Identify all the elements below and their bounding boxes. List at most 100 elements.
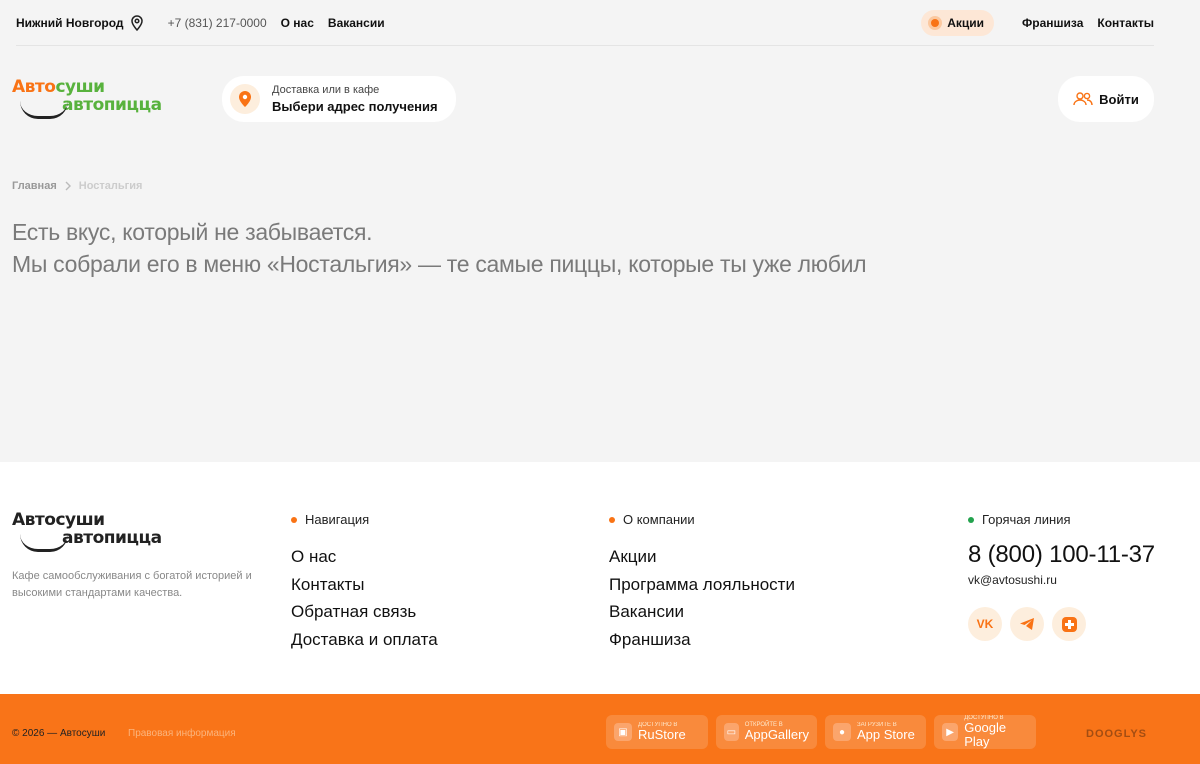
- appstore-name: App Store: [857, 727, 915, 742]
- footer-company-title: О компании: [609, 512, 795, 527]
- footer-hotline-title-text: Горячая линия: [982, 512, 1071, 527]
- footer-nav-item-about[interactable]: О нас: [291, 543, 438, 571]
- developer-logo[interactable]: DOOGLYS: [1086, 728, 1147, 740]
- address-text: Доставка или в кафе Выбери адрес получен…: [272, 84, 438, 114]
- copyright: © 2026 — Автосуши: [12, 728, 106, 739]
- footer-company-title-text: О компании: [623, 512, 695, 527]
- logo-word-2a: авто: [62, 95, 104, 115]
- ok-icon[interactable]: [1052, 607, 1086, 641]
- footer-logo-line-1: Автосуши: [12, 512, 105, 529]
- logo-word-1a: Авто: [12, 77, 56, 97]
- footer-nav-item-delivery[interactable]: Доставка и оплата: [291, 626, 438, 654]
- city-name: Нижний Новгород: [16, 15, 124, 30]
- bullet-icon: [968, 516, 974, 523]
- login-label: Войти: [1099, 91, 1139, 107]
- footer-hotline-title: Горячая линия: [968, 512, 1155, 527]
- footer-company-item-franchise[interactable]: Франшиза: [609, 626, 795, 654]
- footer-nav-title-text: Навигация: [305, 512, 370, 527]
- footer-nav-column: Навигация О нас Контакты Обратная связь …: [291, 512, 438, 653]
- legal-link[interactable]: Правовая информация: [128, 728, 236, 739]
- promo-button[interactable]: Акции: [921, 9, 995, 36]
- login-button[interactable]: Войти: [1058, 76, 1154, 122]
- footer-nav-title: Навигация: [291, 512, 438, 527]
- intro-line-1: Есть вкус, который не забывается.: [12, 219, 373, 245]
- footer-logo-word-2a: авто: [62, 528, 104, 548]
- appgallery-name: AppGallery: [744, 727, 809, 742]
- footer-logo-word-1a: Авто: [12, 510, 56, 530]
- rustore-button[interactable]: ▣ Доступно в RuStore: [606, 715, 708, 749]
- location-pin-icon: [130, 14, 143, 31]
- ok-icon-shape: [1061, 616, 1077, 632]
- footer-logo-line-2: автопицца: [62, 530, 162, 547]
- footer-company-item-promo[interactable]: Акции: [609, 543, 795, 571]
- bullet-icon: [291, 516, 297, 523]
- footer-hotline-column: Горячая линия 8 (800) 100-11-37 vk@avtos…: [968, 512, 1155, 641]
- appstore-text: Загрузите в App Store: [857, 722, 915, 742]
- chevron-right-icon: [65, 181, 71, 191]
- city-selector[interactable]: Нижний Новгород: [16, 14, 144, 31]
- footer-description: Кафе самообслуживания с богатой историей…: [12, 570, 252, 599]
- promo-label: Акции: [947, 15, 985, 30]
- hotline-phone[interactable]: 8 (800) 100-11-37: [968, 541, 1155, 569]
- rustore-small: Доступно в: [638, 722, 678, 728]
- address-sub: Доставка или в кафе: [272, 84, 380, 96]
- logo-line-1: Автосуши: [12, 79, 105, 96]
- appstore-button[interactable]: ● Загрузите в App Store: [825, 715, 926, 749]
- googleplay-icon: ▶: [942, 723, 959, 741]
- footer-company-list: Акции Программа лояльности Вакансии Фран…: [609, 543, 795, 653]
- footer-company-item-vacancies[interactable]: Вакансии: [609, 598, 795, 626]
- googleplay-name: Google Play: [964, 720, 1007, 749]
- vk-icon[interactable]: VK: [968, 607, 1002, 641]
- brand-logo[interactable]: Автосуши автопицца: [12, 77, 188, 121]
- users-icon: [1073, 92, 1093, 106]
- telegram-icon[interactable]: [1010, 607, 1044, 641]
- logo-line-2: автопицца: [62, 97, 162, 114]
- footer-nav-list: О нас Контакты Обратная связь Доставка и…: [291, 543, 438, 653]
- rustore-name: RuStore: [638, 727, 686, 742]
- breadcrumb: Главная Ностальгия: [12, 180, 142, 192]
- rustore-icon: ▣: [614, 723, 632, 741]
- hotline-email[interactable]: vk@avtosushi.ru: [968, 573, 1155, 587]
- top-link-franchise[interactable]: Франшиза: [1022, 16, 1083, 30]
- top-phone-link[interactable]: +7 (831) 217-0000: [168, 16, 267, 30]
- breadcrumb-home[interactable]: Главная: [12, 180, 57, 192]
- logo-word-1b: суши: [55, 77, 105, 97]
- appgallery-button[interactable]: ▭ Откройте в AppGallery: [716, 715, 817, 749]
- top-link-about[interactable]: О нас: [281, 16, 314, 30]
- footer-company-column: О компании Акции Программа лояльности Ва…: [609, 512, 795, 653]
- promo-dot-icon: [931, 18, 940, 27]
- footer-logo-word-2b: пицца: [103, 528, 162, 548]
- top-link-contacts[interactable]: Контакты: [1097, 16, 1154, 30]
- appstore-small: Загрузите в: [857, 722, 897, 728]
- page-intro: Есть вкус, который не забывается. Мы соб…: [12, 216, 867, 280]
- footer: Автосуши автопицца Кафе самообслуживания…: [0, 462, 1200, 694]
- ok-icon-bar-h: [1064, 622, 1074, 626]
- header: Автосуши автопицца Доставка или в кафе В…: [12, 76, 1154, 122]
- footer-logo-word-1b: суши: [55, 510, 105, 530]
- top-bar: Нижний Новгород +7 (831) 217-0000 О нас …: [16, 0, 1154, 46]
- logo-smile-icon: [20, 101, 68, 119]
- rustore-text: Доступно в RuStore: [638, 722, 686, 742]
- footer-nav-item-feedback[interactable]: Обратная связь: [291, 598, 438, 626]
- bullet-icon: [609, 516, 615, 523]
- googleplay-small: Доступно в: [964, 715, 1004, 721]
- googleplay-text: Доступно в Google Play: [964, 715, 1028, 749]
- top-link-vacancies[interactable]: Вакансии: [328, 16, 385, 30]
- footer-nav-item-contacts[interactable]: Контакты: [291, 571, 438, 599]
- social-links: VK: [968, 607, 1155, 641]
- footer-logo[interactable]: Автосуши автопицца: [12, 510, 188, 554]
- googleplay-button[interactable]: ▶ Доступно в Google Play: [934, 715, 1036, 749]
- appgallery-small: Откройте в: [744, 722, 783, 728]
- footer-company-item-loyalty[interactable]: Программа лояльности: [609, 571, 795, 599]
- bottom-bar: © 2026 — Автосуши Правовая информация ▣ …: [0, 694, 1200, 764]
- apple-icon: ●: [833, 723, 851, 741]
- app-store-links: ▣ Доступно в RuStore ▭ Откройте в AppGalle…: [606, 715, 1036, 749]
- appgallery-text: Откройте в AppGallery: [745, 722, 809, 742]
- footer-logo-smile-icon: [20, 534, 68, 552]
- address-pin-icon: [230, 84, 260, 114]
- logo-word-2b: пицца: [103, 95, 162, 115]
- breadcrumb-current: Ностальгия: [78, 180, 143, 192]
- address-main: Выбери адрес получения: [272, 99, 438, 114]
- intro-line-2: Мы собрали его в меню «Ностальгия» — те …: [12, 251, 867, 277]
- address-selector[interactable]: Доставка или в кафе Выбери адрес получен…: [222, 76, 456, 122]
